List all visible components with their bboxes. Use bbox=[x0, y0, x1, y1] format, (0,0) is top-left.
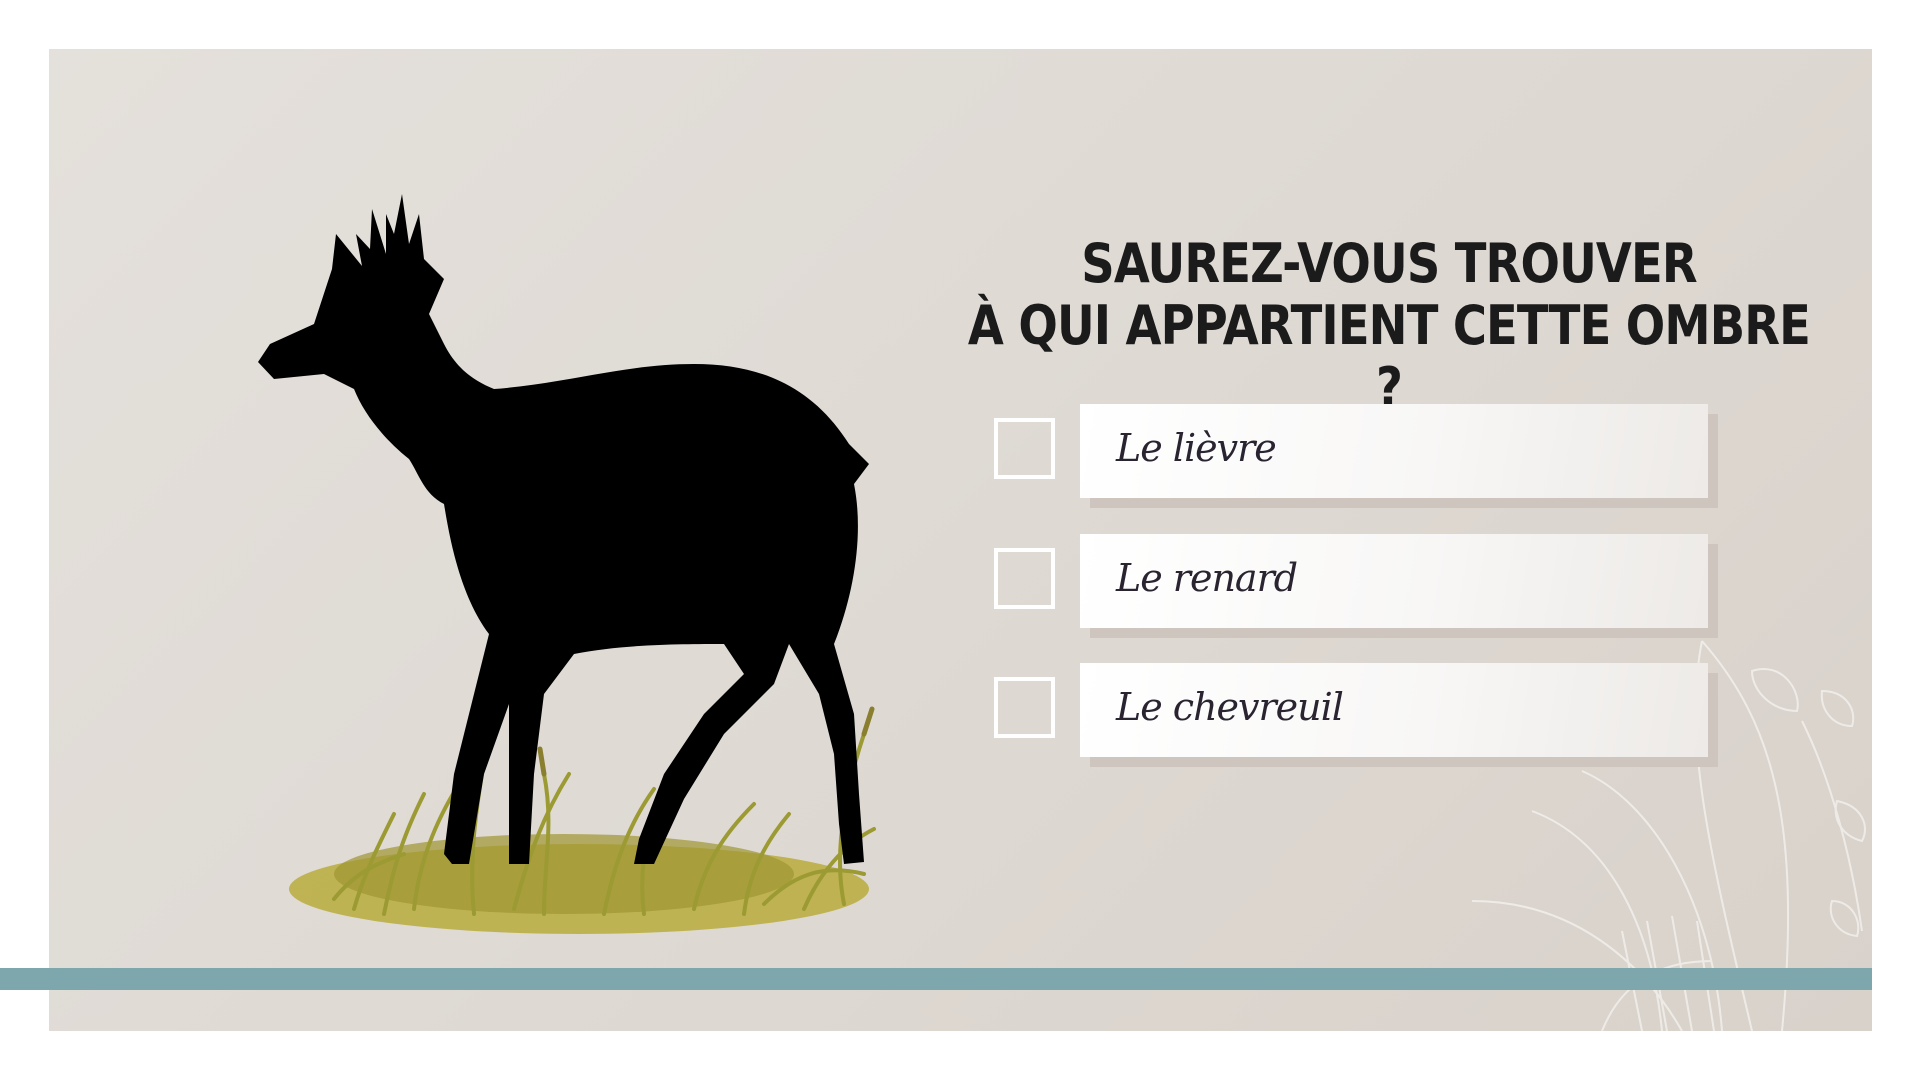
answer-option-3: Le chevreuil bbox=[994, 663, 1714, 763]
answer-button-2[interactable]: Le renard bbox=[1080, 534, 1708, 628]
answer-label-3: Le chevreuil bbox=[1116, 685, 1344, 729]
answer-label-1: Le lièvre bbox=[1116, 426, 1277, 470]
answer-button-1[interactable]: Le lièvre bbox=[1080, 404, 1708, 498]
accent-bar bbox=[0, 968, 1872, 990]
grass-tuft-icon bbox=[289, 706, 876, 934]
answer-button-3[interactable]: Le chevreuil bbox=[1080, 663, 1708, 757]
answer-checkbox-3[interactable] bbox=[994, 677, 1055, 738]
answer-label-2: Le renard bbox=[1116, 556, 1298, 600]
quiz-title: SAUREZ-VOUS TROUVER À QUI APPARTIENT CET… bbox=[959, 233, 1819, 419]
quiz-title-line-1: SAUREZ-VOUS TROUVER bbox=[1081, 232, 1697, 295]
answer-option-2: Le renard bbox=[994, 534, 1714, 634]
quiz-card: SAUREZ-VOUS TROUVER À QUI APPARTIENT CET… bbox=[49, 49, 1872, 1031]
quiz-title-line-2: À QUI APPARTIENT CETTE OMBRE ? bbox=[967, 294, 1811, 419]
answer-checkbox-2[interactable] bbox=[994, 548, 1055, 609]
roe-deer-silhouette bbox=[258, 194, 876, 934]
answer-checkbox-1[interactable] bbox=[994, 418, 1055, 479]
answer-option-1: Le lièvre bbox=[994, 404, 1714, 504]
